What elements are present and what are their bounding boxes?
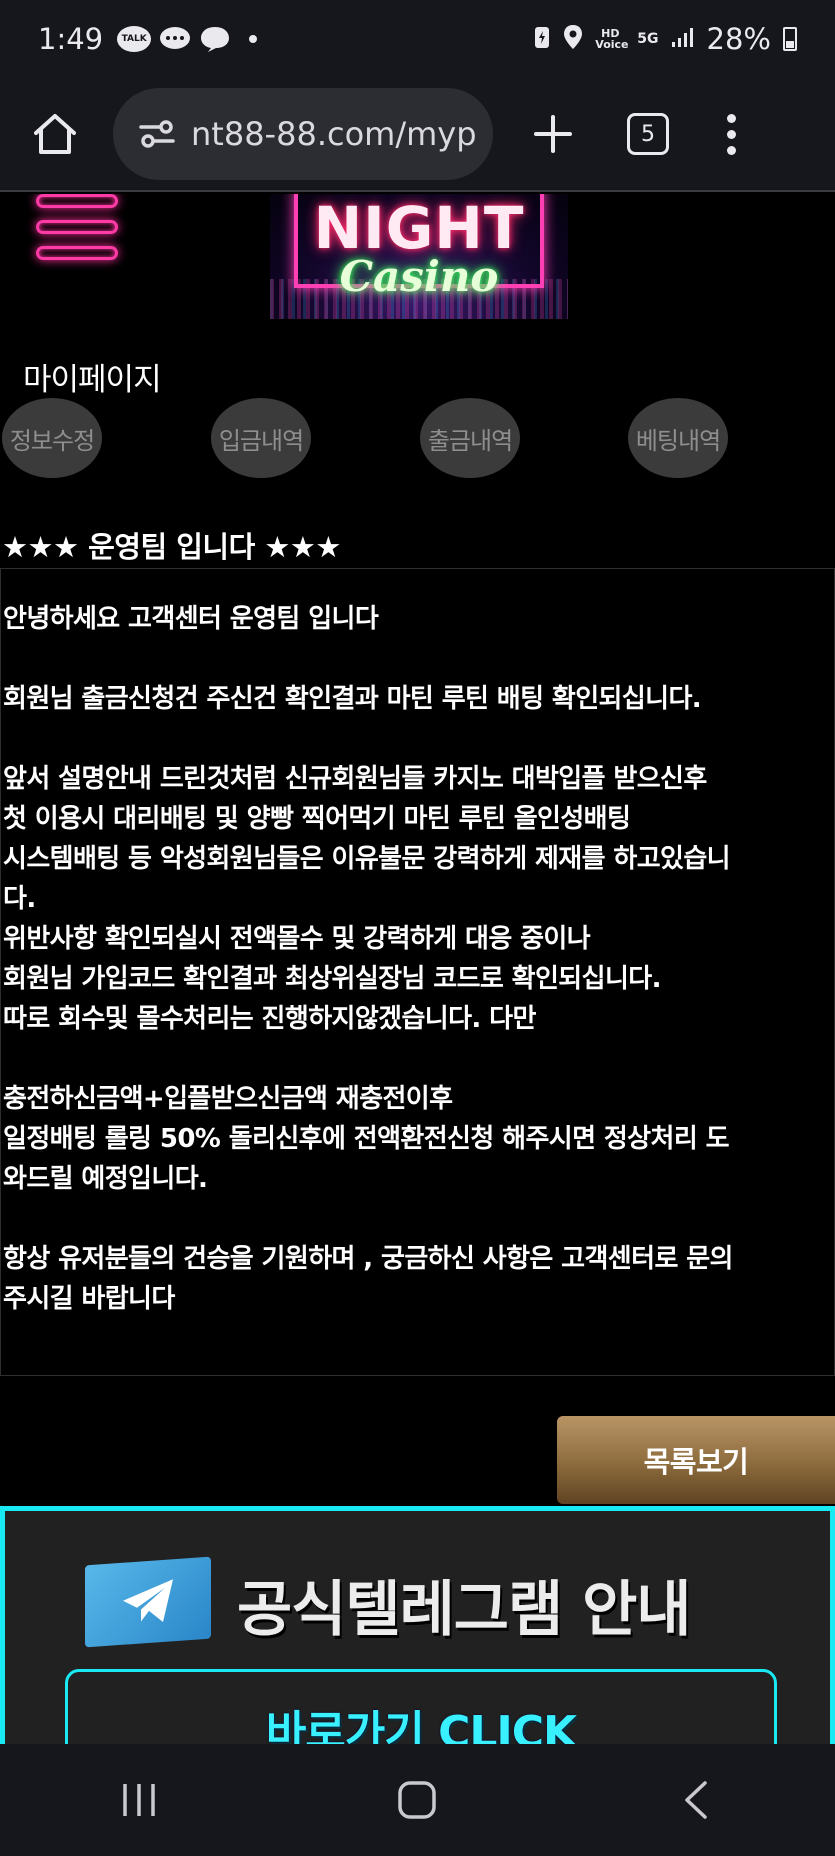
telegram-click-label: 바로가기 CLICK [265,1707,577,1744]
post-content: 안녕하세요 고객센터 운영팀 입니다 회원님 출금신청건 주신건 확인결과 마틴… [0,568,835,1376]
more-notifications-dot [249,35,258,43]
browser-toolbar: nt88-88.com/myp 5 [0,78,835,192]
telegram-banner-title: 공식텔레그램 안내 [237,1575,691,1645]
menu-bar [36,194,118,208]
post-line: 회원님 가입코드 확인결과 최상위실장님 코드로 확인되십니다. [3,964,661,994]
dot-icon [727,129,736,139]
post-line: 시스템배팅 등 악성회원님들은 이유불문 강력하게 제재를 하고있습니 [3,844,731,874]
post-line: 다. [3,884,36,914]
post-paragraph: 항상 유저분들의 건승을 기원하며 , 궁금하신 사항은 고객센터로 문의 주시… [3,1239,832,1319]
post-line: 첫 이용시 대리배팅 및 양빵 찍어먹기 마틴 루틴 올인성배팅 [3,804,631,834]
menu-bar [36,220,118,234]
tab-betting-history[interactable]: 베팅내역 [628,398,728,478]
post-line: 위반사항 확인되실시 전액몰수 및 강력하게 대응 중이나 [3,924,591,954]
status-time: 1:49 [38,22,104,56]
back-chevron-icon [685,1781,707,1819]
web-page: NIGHT Casino 마이페이지 정보수정 입금내역 출금내역 베팅내역 ★… [0,194,835,1744]
address-bar[interactable]: nt88-88.com/myp [113,88,493,180]
list-view-button[interactable]: 목록보기 [557,1416,835,1504]
post-line: 따로 회수및 몰수처리는 진행하지않겠습니다. 다만 [3,1004,536,1034]
post-line: 주시길 바랍니다 [3,1284,175,1314]
post-line: 일정배팅 롤링 50% 돌리신후에 전액환전신청 해주시면 정상처리 도 [3,1124,730,1154]
home-square-icon [398,1781,437,1819]
post-line: 충전하신금액+입플받으신금액 재충전이후 [3,1084,453,1114]
url-text[interactable]: nt88-88.com/myp [191,115,477,153]
post-paragraph: 안녕하세요 고객센터 운영팀 입니다 [3,599,832,639]
messenger-notification-icon [199,25,231,53]
post-line: 안녕하세요 고객센터 운영팀 입니다 [3,604,379,634]
battery-percent: 28% [706,22,771,56]
chat-notification-icon [159,26,191,52]
status-right-icons: HD Voice 5G 28% [533,22,797,56]
telegram-icon [85,1556,211,1648]
tab-withdrawal-history[interactable]: 출금내역 [420,398,520,478]
dot-icon [727,113,736,123]
site-logo[interactable]: NIGHT Casino [270,194,568,319]
home-icon [34,114,76,154]
recent-apps-button[interactable] [99,1770,179,1830]
more-menu-button[interactable] [727,113,736,155]
telegram-banner[interactable]: 공식텔레그램 안내 바로가기 CLICK [0,1506,835,1744]
post-paragraph: 회원님 출금신청건 주신건 확인결과 마틴 루틴 배팅 확인되십니다. [3,679,832,719]
telegram-click-button[interactable]: 바로가기 CLICK [65,1669,777,1744]
post-paragraph: 충전하신금액+입플받으신금액 재충전이후 일정배팅 롤링 50% 돌리신후에 전… [3,1079,832,1199]
post-line: 항상 유저분들의 건승을 기원하며 , 궁금하신 사항은 고객센터로 문의 [3,1244,733,1274]
location-icon [563,24,583,54]
dot-icon [727,145,736,155]
site-settings-icon[interactable] [139,119,175,149]
logo-text-casino: Casino [339,252,499,301]
menu-bar [36,246,118,260]
battery-icon [783,27,797,51]
post-line: 회원님 출금신청건 주신건 확인결과 마틴 루틴 배팅 확인되십니다. [3,684,702,714]
home-button[interactable] [27,106,83,162]
hamburger-menu-icon[interactable] [32,194,124,274]
battery-saver-icon [533,24,551,54]
kakaotalk-notification-icon: TALK [117,26,152,52]
page-title: 마이페이지 [23,362,162,398]
recent-apps-icon [123,1784,155,1816]
home-nav-button[interactable] [377,1770,457,1830]
post-line: 와드릴 예정입니다. [3,1164,208,1194]
back-nav-button[interactable] [656,1770,736,1830]
post-line: 앞서 설명안내 드린것처럼 신규회원님들 카지노 대박입플 받으신후 [3,764,707,794]
signal-icon [671,26,695,52]
network-5g-icon: 5G [637,30,659,47]
status-bar: 1:49 TALK HD Voice 5G 28% [0,0,835,78]
hd-voice-icon: HD Voice [595,27,629,51]
new-tab-button[interactable] [527,108,579,160]
post-title: ★★★ 운영팀 입니다 ★★★ [2,530,341,564]
tab-switcher-button[interactable]: 5 [627,113,669,155]
tab-edit-info[interactable]: 정보수정 [2,398,102,478]
tab-deposit-history[interactable]: 입금내역 [211,398,311,478]
system-nav-bar [0,1744,835,1856]
post-paragraph: 앞서 설명안내 드린것처럼 신규회원님들 카지노 대박입플 받으신후 첫 이용시… [3,759,832,1039]
plus-icon [534,115,572,153]
